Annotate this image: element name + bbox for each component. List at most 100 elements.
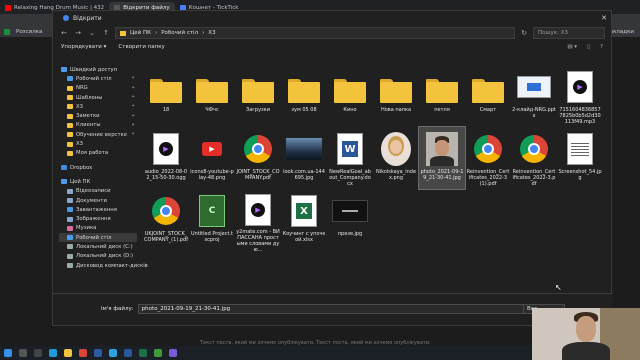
sidebar-item[interactable]: Музика (59, 224, 137, 233)
search-icon[interactable] (19, 349, 27, 357)
sidebar-item[interactable]: Обучение верстке ✦ (59, 130, 137, 139)
folder-item[interactable]: Загрузки (235, 65, 281, 127)
folder-icon (426, 79, 458, 103)
view-options-icon[interactable]: ▤ ▾ (567, 44, 577, 50)
sidebar-item[interactable]: Документи (59, 196, 137, 205)
folder-item[interactable]: 18 (143, 65, 189, 127)
word-icon[interactable] (124, 349, 132, 357)
sidebar-item[interactable]: Відеозаписи (59, 187, 137, 196)
sidebar-item-label: Робочий стіл (76, 234, 112, 241)
file-item[interactable]: ▶ 71516048368577825b0b5d2d30113f49.mp3 (557, 65, 603, 127)
file-item[interactable]: ▶ y2mate.com - ВИПАССАНА простыми словами… (235, 189, 281, 251)
folder-icon (150, 79, 182, 103)
folder-icon (472, 79, 504, 103)
new-folder-button[interactable]: Створити папку (118, 44, 164, 50)
folder-item[interactable]: петля (419, 65, 465, 127)
sidebar-item-label: NRG (76, 85, 88, 92)
sidebar-item[interactable]: Шаблоны ✦ (59, 93, 137, 102)
file-item[interactable]: X Коучинг с упочкой.xlsx (281, 189, 327, 251)
mouse-cursor-icon: ↖ (555, 283, 562, 292)
file-item[interactable]: Nikolskaya_index.png (373, 127, 419, 189)
folder-item[interactable]: Кино (327, 65, 373, 127)
up-arrow-icon[interactable]: ↑ (101, 29, 111, 37)
preview-pane-icon[interactable]: ▯ (587, 44, 590, 50)
back-arrow-icon[interactable]: ← (59, 29, 69, 37)
file-item[interactable]: look.com.ua-144695.jpg (281, 127, 327, 189)
chevron-down-icon[interactable]: ⌄ (87, 29, 97, 37)
folder-icon (67, 113, 73, 119)
file-item[interactable]: 2-клайд-NRG.pptx (511, 65, 557, 127)
refresh-icon[interactable]: ↻ (519, 29, 529, 37)
folder-item[interactable]: ЧФчс (189, 65, 235, 127)
sidebar-item[interactable]: Моя работа (59, 149, 137, 158)
app-icon[interactable] (169, 349, 177, 357)
breadcrumb-item[interactable]: Х3 (208, 30, 215, 36)
sidebar-item-label: Х3 (76, 141, 83, 148)
sidebar-item[interactable]: Завантаження (59, 205, 137, 214)
file-explorer-icon[interactable] (64, 349, 72, 357)
help-icon[interactable]: ? (600, 44, 603, 50)
sidebar-item[interactable]: NRG ✦ (59, 84, 137, 93)
start-icon[interactable] (4, 349, 12, 357)
excel-icon[interactable] (139, 349, 147, 357)
file-name: Коучинг с упочкой.xlsx (282, 231, 326, 243)
file-name: look.com.ua-144695.jpg (283, 169, 325, 181)
file-item[interactable]: C Untitled Project.tscproj (189, 189, 235, 251)
dialog-title-bar: Відкрити ✕ (53, 11, 611, 25)
sidebar-item[interactable]: Робочий стіл ✦ (59, 74, 137, 83)
task-view-icon[interactable] (34, 349, 42, 357)
folder-item[interactable]: зум 05 08 (281, 65, 327, 127)
folder-item[interactable]: Нова папка (373, 65, 419, 127)
sidebar-item[interactable]: Dropbox (59, 163, 137, 172)
chrome-pdf-icon (474, 135, 502, 163)
file-item[interactable]: презв.jpg (327, 189, 373, 251)
file-item[interactable]: ▶ audio_2022-08-02_15-50-30.ogg (143, 127, 189, 189)
bookmark-icon (4, 28, 10, 35)
sidebar-item[interactable]: Х3 (59, 139, 137, 148)
search-input[interactable]: Пошук: Х3 (533, 27, 605, 39)
breadcrumb-item[interactable]: Робочий стіл (161, 30, 198, 36)
folder-icon (61, 179, 67, 185)
file-item[interactable]: Reinvention_Certificates_2022-3.pdf (511, 127, 557, 189)
sidebar-item[interactable]: Дисковод компакт-дисків (59, 261, 148, 270)
file-item[interactable]: Reinvention_Certificates_2022-3(1).pdf (465, 127, 511, 189)
sidebar-item[interactable]: Зображення (59, 214, 137, 223)
photoshop-icon[interactable] (94, 349, 102, 357)
file-item[interactable]: W NewRealGoal_about_Company.docx (327, 127, 373, 189)
sidebar-item[interactable]: Робочий стіл (59, 233, 137, 243)
chrome-icon[interactable] (79, 349, 87, 357)
sidebar-item[interactable]: Локальний диск (D:) (59, 252, 137, 261)
pin-icon: ✦ (131, 85, 135, 91)
file-name-field[interactable]: photo_2021-09-19_21-30-41.jpg (137, 304, 540, 314)
sidebar-item[interactable]: Цей ПК (59, 177, 137, 186)
organize-button[interactable]: Упорядкувати ▾ (61, 44, 106, 50)
forward-arrow-icon[interactable]: → (73, 29, 83, 37)
file-item[interactable]: photo_2021-09-19_21-30-41.jpg (418, 126, 466, 190)
sidebar-item[interactable]: Заметки ✦ (59, 111, 137, 120)
sidebar-item[interactable]: Швидкий доступ (59, 65, 137, 74)
file-item[interactable]: Screenshot_54.jpg (557, 127, 603, 189)
address-bar[interactable]: Цей ПК › Робочий стіл › Х3 (115, 27, 515, 39)
telegram-icon[interactable] (109, 349, 117, 357)
file-item[interactable]: JOINT_STOCK_COMPANY.pdf (235, 127, 281, 189)
pin-icon: ✦ (131, 104, 135, 110)
folder-item[interactable]: Смарт (465, 65, 511, 127)
breadcrumb-item[interactable]: Цей ПК (130, 30, 151, 36)
bookmark-item[interactable]: Розсилка (16, 29, 42, 35)
file-name: Nikolskaya_index.png (375, 169, 417, 181)
edge-icon[interactable] (49, 349, 57, 357)
close-icon[interactable]: ✕ (597, 14, 611, 22)
sidebar-item[interactable]: Клиенты ✦ (59, 121, 137, 130)
file-item[interactable]: UKJOINT_STOCK_COMPANY_(1).pdf (143, 189, 189, 251)
camtasia-icon[interactable] (154, 349, 162, 357)
file-item[interactable]: ▶ icons8-youtube-play-48.png (189, 127, 235, 189)
sidebar-item-label: Шаблоны (76, 94, 103, 101)
sidebar-item[interactable]: Локальний диск (C:) (59, 242, 137, 251)
sidebar-item-label: Локальний диск (C:) (76, 243, 133, 250)
folder-icon (242, 79, 274, 103)
folder-icon (67, 76, 73, 82)
file-name: JOINT_STOCK_COMPANY.pdf (236, 169, 280, 181)
sidebar-item[interactable]: Х3 ✦ (59, 102, 137, 111)
file-name: зум 05 08 (291, 107, 317, 113)
media-file-icon: ▶ (245, 193, 271, 226)
